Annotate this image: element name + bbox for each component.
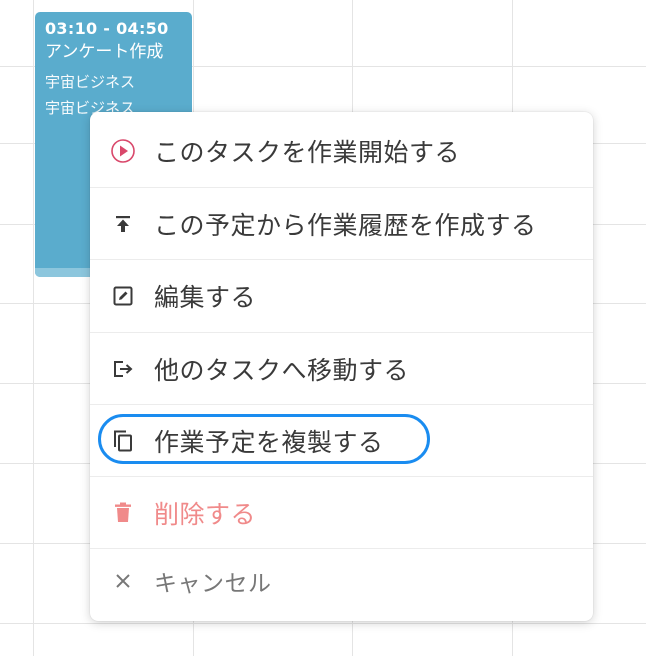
event-time: 03:10 - 04:50 — [45, 19, 169, 38]
menu-item-create-history[interactable]: この予定から作業履歴を作成する — [90, 188, 593, 260]
menu-item-move-task[interactable]: 他のタスクへ移動する — [90, 333, 593, 405]
menu-item-start-task[interactable]: このタスクを作業開始する — [90, 115, 593, 187]
menu-item-label: この予定から作業履歴を作成する — [154, 211, 537, 240]
event-title: アンケート作成 — [45, 42, 164, 62]
play-circle-icon — [108, 136, 138, 166]
menu-item-label: 他のタスクへ移動する — [154, 356, 410, 385]
upload-arrow-icon — [108, 209, 138, 239]
menu-item-label: キャンセル — [154, 571, 272, 597]
menu-item-label: 削除する — [154, 500, 257, 529]
menu-item-edit[interactable]: 編集する — [90, 260, 593, 332]
highlight-ring — [98, 414, 430, 464]
grid-line — [0, 623, 646, 624]
move-out-icon — [108, 354, 138, 384]
trash-icon — [108, 498, 138, 528]
event-detail: 宇宙ビジネス — [45, 73, 136, 91]
menu-item-label: このタスクを作業開始する — [154, 138, 461, 167]
menu-item-cancel[interactable]: キャンセル — [90, 545, 593, 617]
close-icon — [108, 566, 138, 596]
menu-item-delete[interactable]: 削除する — [90, 477, 593, 549]
grid-line — [33, 0, 34, 656]
context-menu: このタスクを作業開始する この予定から作業履歴を作成する 編集する 他のタスクへ… — [90, 112, 593, 621]
edit-icon — [108, 281, 138, 311]
menu-item-label: 編集する — [154, 283, 257, 312]
